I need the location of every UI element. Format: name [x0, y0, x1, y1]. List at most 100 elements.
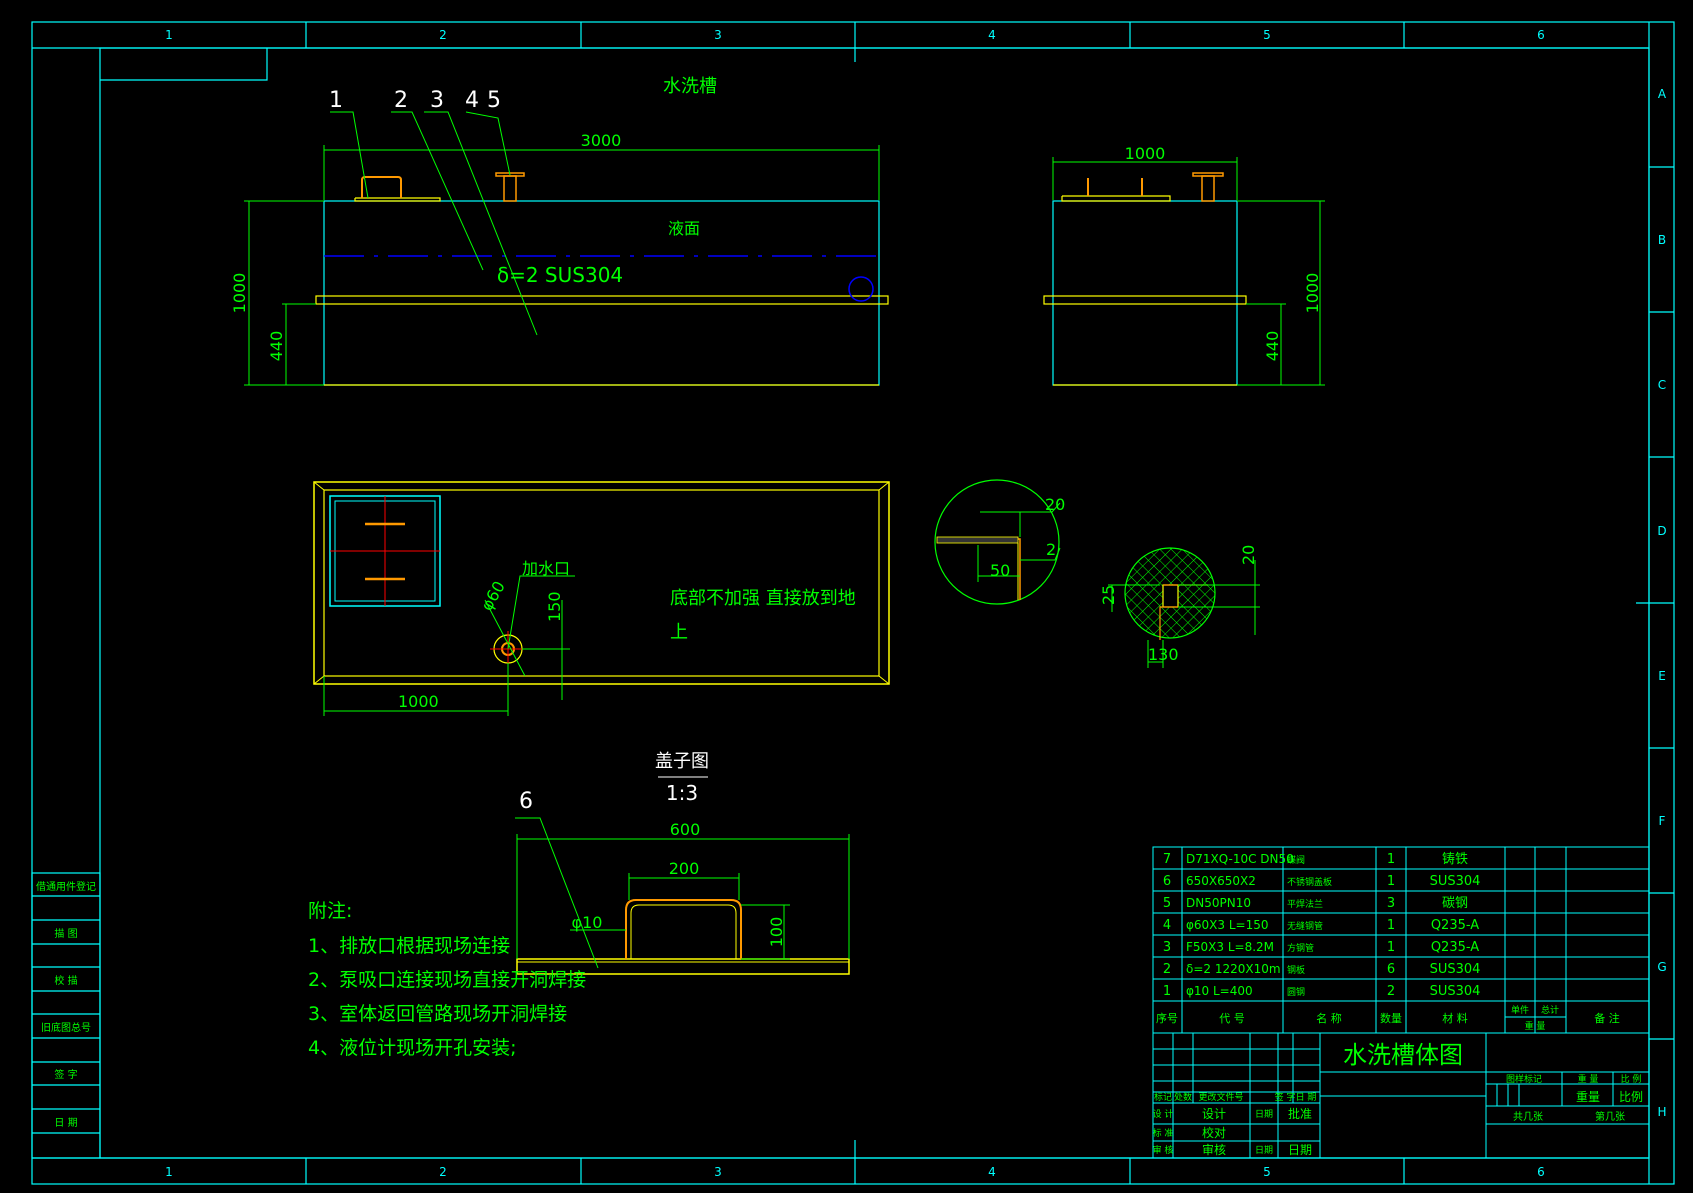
- front-callout-1: 1: [329, 88, 343, 113]
- bom-cell-no: 7: [1163, 852, 1171, 867]
- col-label-bottom-4: 4: [988, 1165, 996, 1179]
- sign-row2-b: 校对: [1202, 1125, 1226, 1140]
- bom-cell-qty: 2: [1387, 984, 1395, 999]
- bom-cell-code: δ=2 1220X10m: [1186, 962, 1281, 976]
- strip-label-1: 借通用件登记: [36, 880, 96, 893]
- tb-weight-cell: 重量: [1576, 1090, 1600, 1104]
- row-label-F: F: [1659, 814, 1666, 828]
- front-callout-5: 5: [487, 88, 501, 113]
- bom-cell-code: D71XQ-10C DN50: [1186, 852, 1294, 866]
- rev-col-file: 更改文件号: [1198, 1091, 1243, 1103]
- strip-label-6: 日 期: [54, 1117, 77, 1129]
- bom-header-total-weight: 总计: [1541, 1004, 1559, 1016]
- lid-handle-height-dim: 100: [767, 917, 786, 948]
- bom-cell-no: 3: [1163, 940, 1171, 955]
- sign-row3-a: 审 核: [1153, 1144, 1174, 1156]
- sign-row1-c: 日期: [1255, 1109, 1273, 1120]
- tb-weight-label: 重 量: [1578, 1073, 1599, 1085]
- bom-cell-qty: 1: [1387, 874, 1395, 889]
- bom-cell-material: Q235-A: [1431, 918, 1479, 933]
- note-item-2: 2、泵吸口连接现场直接开洞焊接: [308, 969, 586, 991]
- rev-col-mark: 标记: [1154, 1091, 1172, 1103]
- bom-cell-no: 6: [1163, 874, 1171, 889]
- bom-cell-material: Q235-A: [1431, 940, 1479, 955]
- detail-2-dim-c: 130: [1148, 645, 1179, 664]
- bom-cell-name: 圆钢: [1287, 986, 1305, 998]
- col-label-top-3: 3: [714, 28, 722, 42]
- col-label-bottom-3: 3: [714, 1165, 722, 1179]
- lid-view-scale: 1:3: [666, 781, 698, 805]
- front-width-dim: 3000: [581, 131, 622, 150]
- bom-cell-qty: 1: [1387, 940, 1395, 955]
- front-callout-4: 4: [465, 88, 479, 113]
- row-label-A: A: [1658, 87, 1667, 101]
- cad-drawing: 1 2 3 4 5 6 1 2 3 4 5 6 A B C D E F G H …: [0, 0, 1693, 1193]
- bom-header-remark: 备 注: [1594, 1011, 1620, 1025]
- row-label-B: B: [1658, 233, 1666, 247]
- bom-cell-material: 铸铁: [1442, 851, 1468, 867]
- detail-1-dim-a: 20: [1045, 495, 1065, 514]
- plan-inlet-position: 1000: [398, 692, 439, 711]
- bom-cell-code: φ60X3 L=150: [1186, 918, 1269, 932]
- bom-header-name: 名 称: [1316, 1011, 1342, 1025]
- plan-note-line2: 上: [670, 622, 688, 643]
- col-label-bottom-6: 6: [1537, 1165, 1545, 1179]
- detail-1-dim-c: 50: [990, 561, 1010, 580]
- tb-stage-label: 图样标记: [1506, 1073, 1542, 1085]
- bom-header-unit-weight: 单件: [1511, 1004, 1529, 1016]
- sign-row3-b: 审核: [1202, 1142, 1226, 1157]
- row-label-G: G: [1657, 960, 1666, 974]
- bom-cell-code: F50X3 L=8.2M: [1186, 940, 1274, 954]
- title-block-drawing-name: 水洗槽体图: [1343, 1041, 1463, 1069]
- bom-header-code: 代 号: [1219, 1012, 1245, 1025]
- front-liquid-label: 液面: [668, 219, 700, 238]
- rev-col-date: 日 期: [1296, 1092, 1317, 1103]
- sign-row1-b: 设计: [1202, 1107, 1226, 1121]
- strip-label-2: 描 图: [54, 927, 77, 940]
- lid-rod-dim: φ10: [572, 913, 603, 932]
- bom-cell-material: SUS304: [1430, 984, 1481, 999]
- bom-cell-no: 1: [1163, 984, 1171, 999]
- bom-cell-material: SUS304: [1430, 962, 1481, 977]
- sign-row1-d: 批准: [1288, 1106, 1312, 1121]
- sign-row3-c: 日期: [1255, 1145, 1273, 1156]
- bom-cell-name: 无缝钢管: [1287, 920, 1323, 932]
- drawing-main-title: 水洗槽: [663, 76, 717, 97]
- front-plate-label: δ=2 SUS304: [497, 263, 623, 287]
- sign-row1-a: 设 计: [1153, 1108, 1174, 1120]
- bom-header-qty: 数量: [1380, 1012, 1402, 1025]
- row-label-D: D: [1657, 524, 1666, 538]
- col-label-top-2: 2: [439, 28, 447, 42]
- bom-cell-no: 2: [1163, 962, 1171, 977]
- strip-label-3: 校 描: [54, 974, 77, 987]
- front-height-dim: 1000: [230, 273, 249, 314]
- col-label-top-6: 6: [1537, 28, 1545, 42]
- bom-cell-no: 5: [1163, 896, 1171, 911]
- bom-cell-qty: 6: [1387, 962, 1395, 977]
- lid-callout-6: 6: [519, 789, 533, 814]
- rev-col-sign: 签 字: [1275, 1091, 1296, 1103]
- bom-cell-name: 蝶阀: [1287, 854, 1305, 866]
- side-height-dim: 1000: [1303, 273, 1322, 314]
- plan-inlet-label: 加水口: [522, 559, 570, 578]
- bom-cell-name: 不锈钢盖板: [1287, 876, 1332, 888]
- notes-heading: 附注:: [308, 900, 352, 922]
- note-item-3: 3、室体返回管路现场开洞焊接: [308, 1003, 567, 1025]
- col-label-bottom-2: 2: [439, 1165, 447, 1179]
- note-item-4: 4、液位计现场开孔安装;: [308, 1037, 517, 1059]
- sign-row3-d: 日期: [1288, 1143, 1312, 1157]
- bom-cell-code: φ10 L=400: [1186, 984, 1253, 998]
- bom-header-material: 材 料: [1442, 1011, 1468, 1025]
- row-label-H: H: [1657, 1105, 1666, 1119]
- tb-sheet-left: 共几张: [1513, 1111, 1543, 1123]
- col-label-top-4: 4: [988, 28, 996, 42]
- tb-scale-label: 比 例: [1621, 1073, 1642, 1085]
- bom-cell-no: 4: [1163, 918, 1171, 933]
- note-item-1: 1、排放口根据现场连接: [308, 935, 510, 957]
- sign-row2-a: 标 准: [1153, 1127, 1174, 1139]
- col-label-top-5: 5: [1263, 28, 1271, 42]
- tb-sheet-right: 第几张: [1595, 1110, 1625, 1123]
- tb-scale-cell: 比例: [1619, 1090, 1643, 1104]
- col-label-bottom-1: 1: [165, 1165, 173, 1179]
- row-label-E: E: [1658, 669, 1666, 683]
